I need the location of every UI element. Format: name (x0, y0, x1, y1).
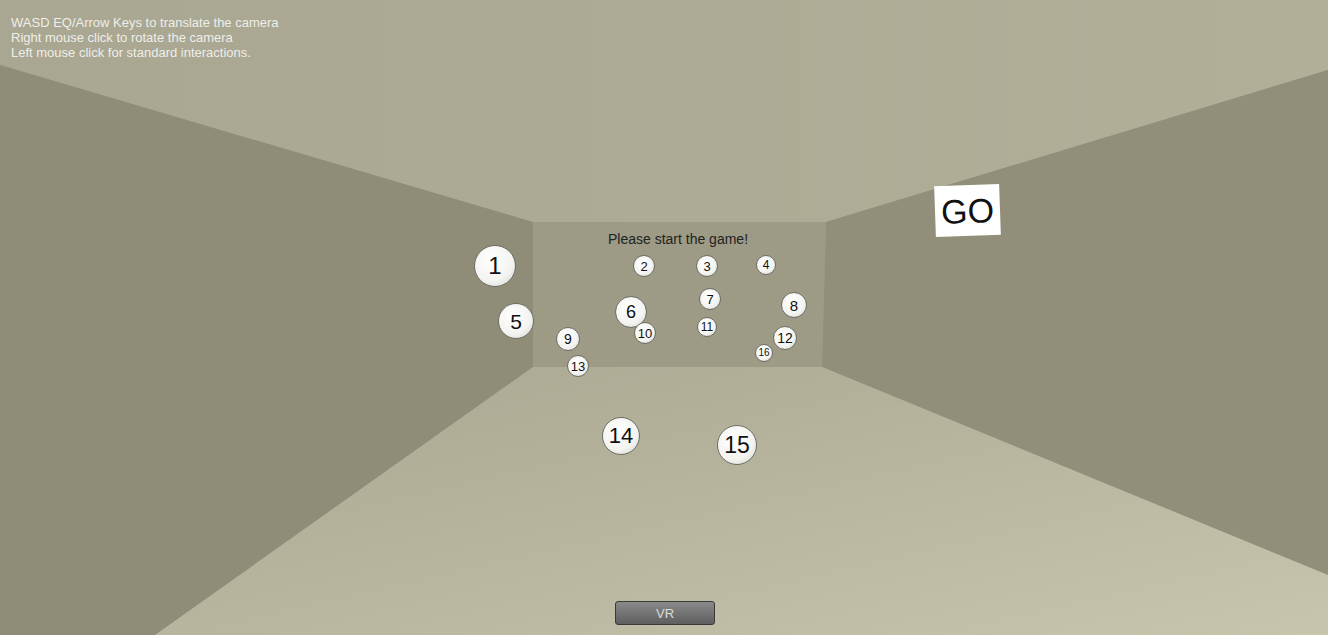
number-ball[interactable]: 4 (756, 255, 776, 275)
number-ball[interactable]: 10 (634, 322, 656, 344)
number-ball[interactable]: 9 (556, 327, 580, 351)
game-view[interactable]: WASD EQ/Arrow Keys to translate the came… (0, 0, 1328, 635)
number-ball[interactable]: 8 (781, 292, 807, 318)
vr-button[interactable]: VR (615, 601, 715, 625)
help-line: WASD EQ/Arrow Keys to translate the came… (11, 15, 279, 30)
number-ball[interactable]: 5 (498, 303, 534, 339)
number-ball[interactable]: 7 (699, 288, 721, 310)
help-line: Right mouse click to rotate the camera (11, 30, 279, 45)
number-ball[interactable]: 2 (633, 255, 655, 277)
number-ball[interactable]: 15 (717, 425, 757, 465)
room-scene (0, 0, 1328, 635)
go-sign[interactable]: GO (934, 184, 1001, 237)
help-line: Left mouse click for standard interactio… (11, 45, 279, 60)
number-ball[interactable]: 16 (755, 344, 773, 362)
status-message: Please start the game! (578, 231, 778, 247)
controls-help: WASD EQ/Arrow Keys to translate the came… (11, 15, 279, 60)
number-ball[interactable]: 3 (696, 255, 718, 277)
floor (155, 367, 1328, 635)
number-ball[interactable]: 14 (602, 417, 640, 455)
number-ball[interactable]: 13 (567, 355, 589, 377)
back-wall (533, 222, 826, 367)
number-ball[interactable]: 11 (697, 317, 717, 337)
number-ball[interactable]: 1 (474, 245, 516, 287)
number-ball[interactable]: 12 (773, 326, 797, 350)
